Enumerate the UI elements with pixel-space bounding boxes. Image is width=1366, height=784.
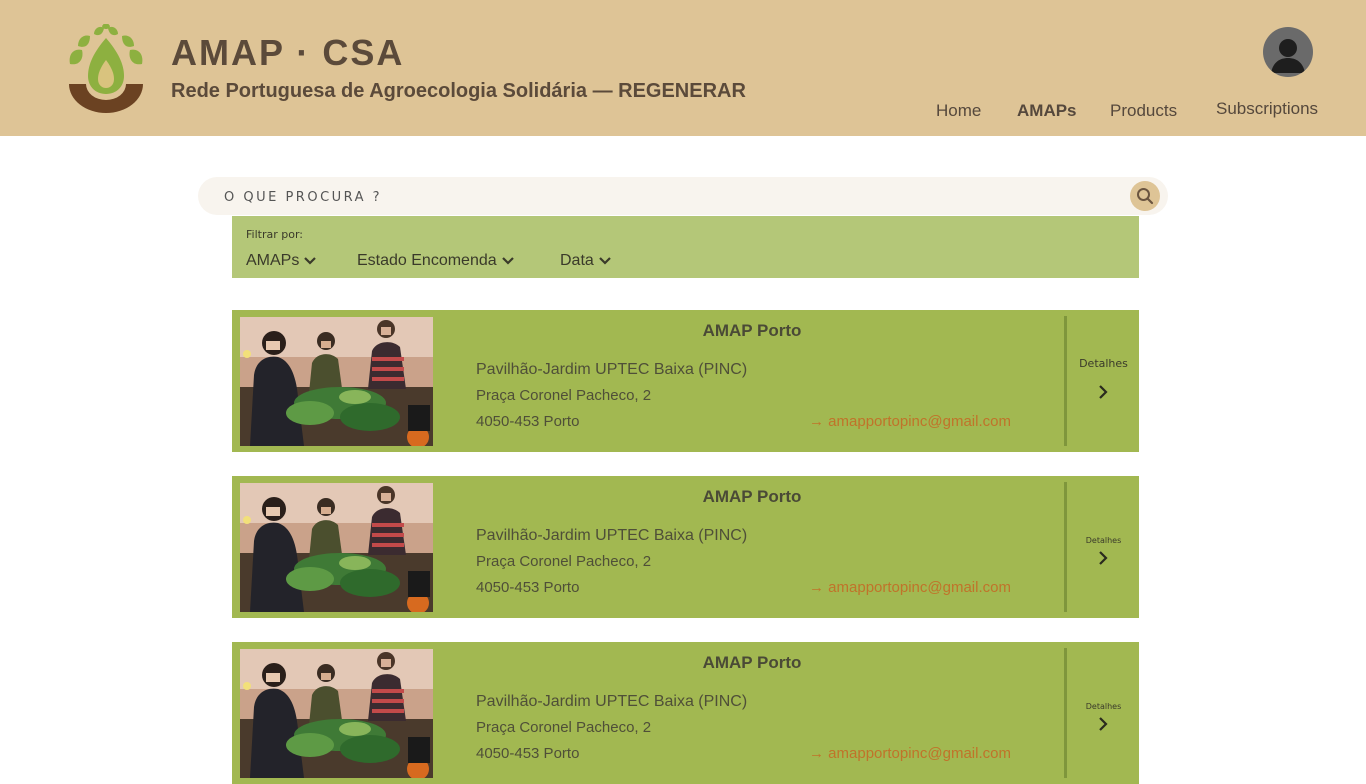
nav-subscriptions[interactable]: Subscriptions	[1216, 99, 1318, 119]
chevron-down-icon	[501, 256, 514, 265]
card-title: AMAP Porto	[702, 653, 802, 672]
card-divider	[1064, 482, 1067, 612]
search-bar	[198, 177, 1168, 215]
filter-estado-dropdown[interactable]: Estado Encomenda	[357, 252, 515, 270]
card-title: AMAP Porto	[702, 487, 802, 506]
card-city: 4050-453 Porto	[476, 413, 580, 430]
site-title: AMAP · CSA	[171, 32, 405, 73]
filter-amaps-dropdown[interactable]: AMAPs	[246, 252, 317, 270]
card-email-link[interactable]: → amapportopinc@gmail.com	[809, 579, 1011, 596]
card-divider	[1064, 316, 1067, 446]
filter-panel: Filtrar por: AMAPs Estado Encomenda Data	[232, 216, 1139, 278]
card-street: Praça Coronel Pacheco, 2	[476, 387, 652, 404]
card-venue: Pavilhão-Jardim UPTEC Baixa (PINC)	[476, 693, 748, 710]
card-city: 4050-453 Porto	[476, 579, 580, 596]
chevron-down-icon	[304, 256, 317, 265]
filter-label: Filtrar por:	[246, 228, 303, 241]
card-details-button[interactable]: Detalhes	[1068, 476, 1139, 618]
search-button[interactable]	[1130, 181, 1160, 211]
card-details-button[interactable]: Detalhes	[1068, 310, 1139, 452]
chevron-down-icon	[599, 256, 611, 265]
sprout-leaf-logo-icon[interactable]	[66, 24, 146, 114]
filter-data-label: Data	[560, 252, 594, 269]
site-subtitle: Rede Portuguesa de Agroecologia Solidári…	[171, 80, 746, 102]
site-header: AMAP · CSA Rede Portuguesa de Agroecolog…	[0, 0, 1366, 136]
card-divider	[1064, 648, 1067, 778]
filter-amaps-label: AMAPs	[246, 252, 300, 269]
card-details-label: Detalhes	[1085, 536, 1122, 545]
card-details-label: Detalhes	[1079, 357, 1128, 370]
chevron-right-icon	[1099, 717, 1108, 731]
amap-card: AMAP Porto Pavilhão-Jardim UPTEC Baixa (…	[232, 642, 1139, 784]
nav-home[interactable]: Home	[936, 101, 981, 121]
amap-photo	[240, 483, 433, 612]
amap-card: AMAP Porto Pavilhão-Jardim UPTEC Baixa (…	[232, 476, 1139, 618]
user-avatar-icon[interactable]	[1263, 27, 1313, 77]
nav-amaps[interactable]: AMAPs	[1017, 101, 1077, 121]
card-street: Praça Coronel Pacheco, 2	[476, 719, 652, 736]
amap-photo	[240, 317, 433, 446]
card-title: AMAP Porto	[702, 321, 802, 340]
amap-photo	[240, 649, 433, 778]
nav-products[interactable]: Products	[1110, 101, 1177, 121]
search-input[interactable]	[224, 187, 1104, 207]
card-details-button[interactable]: Detalhes	[1068, 642, 1139, 784]
card-details-label: Detalhes	[1085, 702, 1122, 711]
search-icon	[1137, 188, 1154, 205]
filter-data-dropdown[interactable]: Data	[560, 252, 612, 270]
card-email-link[interactable]: → amapportopinc@gmail.com	[809, 745, 1011, 762]
chevron-right-icon	[1099, 385, 1108, 399]
amap-card: AMAP Porto Pavilhão-Jardim UPTEC Baixa (…	[232, 310, 1139, 452]
filter-estado-label: Estado Encomenda	[357, 252, 497, 269]
card-venue: Pavilhão-Jardim UPTEC Baixa (PINC)	[476, 527, 748, 544]
card-city: 4050-453 Porto	[476, 745, 580, 762]
card-email-link[interactable]: → amapportopinc@gmail.com	[809, 413, 1011, 430]
chevron-right-icon	[1099, 551, 1108, 565]
card-street: Praça Coronel Pacheco, 2	[476, 553, 652, 570]
card-venue: Pavilhão-Jardim UPTEC Baixa (PINC)	[476, 361, 748, 378]
